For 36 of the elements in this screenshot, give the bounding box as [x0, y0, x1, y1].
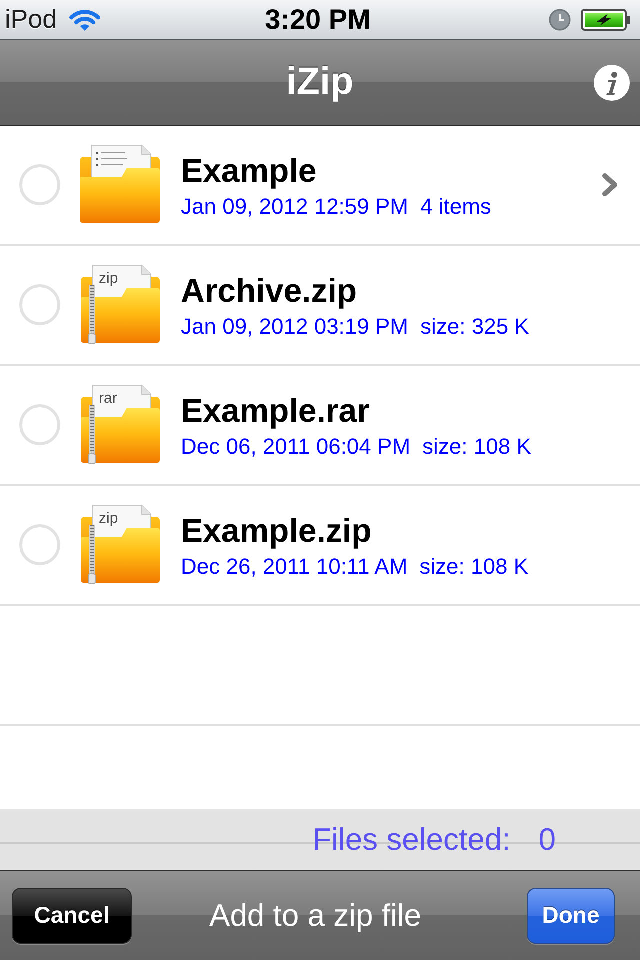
file-type-label: zip — [99, 270, 118, 287]
file-detail: size: 325 K — [420, 313, 530, 341]
wifi-icon — [68, 8, 102, 32]
zipped-folder-icon — [81, 505, 160, 584]
selection-circle[interactable] — [19, 284, 61, 326]
clock-icon — [549, 8, 571, 30]
zipped-folder-icon — [81, 265, 160, 344]
file-name: Example.rar — [181, 393, 370, 429]
done-button[interactable]: Done — [527, 888, 615, 944]
files-selected-count: 0 — [538, 822, 556, 858]
zipped-folder-icon — [81, 385, 160, 464]
carrier-label: iPod — [5, 4, 58, 35]
file-type-label: rar — [99, 390, 118, 407]
file-date: Jan 09, 2012 12:59 PM — [181, 193, 408, 221]
file-detail: size: 108 K — [422, 433, 532, 461]
battery-icon — [581, 8, 631, 30]
file-name: Example.zip — [181, 513, 372, 549]
file-name: Archive.zip — [181, 273, 358, 309]
file-date: Jan 09, 2012 03:19 PM — [181, 313, 408, 341]
file-type-label: zip — [99, 510, 118, 527]
chevron-icon[interactable] — [600, 172, 620, 198]
cancel-button[interactable]: Cancel — [12, 888, 132, 944]
file-name: Example — [181, 153, 317, 189]
info-icon[interactable] — [594, 64, 630, 100]
file-detail: size: 108 K — [420, 553, 529, 581]
file-detail: 4 items — [420, 193, 492, 221]
selection-circle[interactable] — [19, 524, 61, 566]
file-date: Dec 26, 2011 10:11 AM — [181, 553, 408, 581]
status-time: 3:20 PM — [265, 4, 371, 36]
nav-title: iZip — [286, 61, 354, 104]
selection-circle[interactable] — [19, 164, 61, 206]
file-date: Dec 06, 2011 06:04 PM — [181, 433, 411, 461]
toolbar-title: Add to a zip file — [210, 898, 422, 934]
folder-icon — [80, 145, 160, 225]
files-selected-label: Files selected: — [312, 822, 511, 858]
selection-circle[interactable] — [19, 404, 61, 446]
